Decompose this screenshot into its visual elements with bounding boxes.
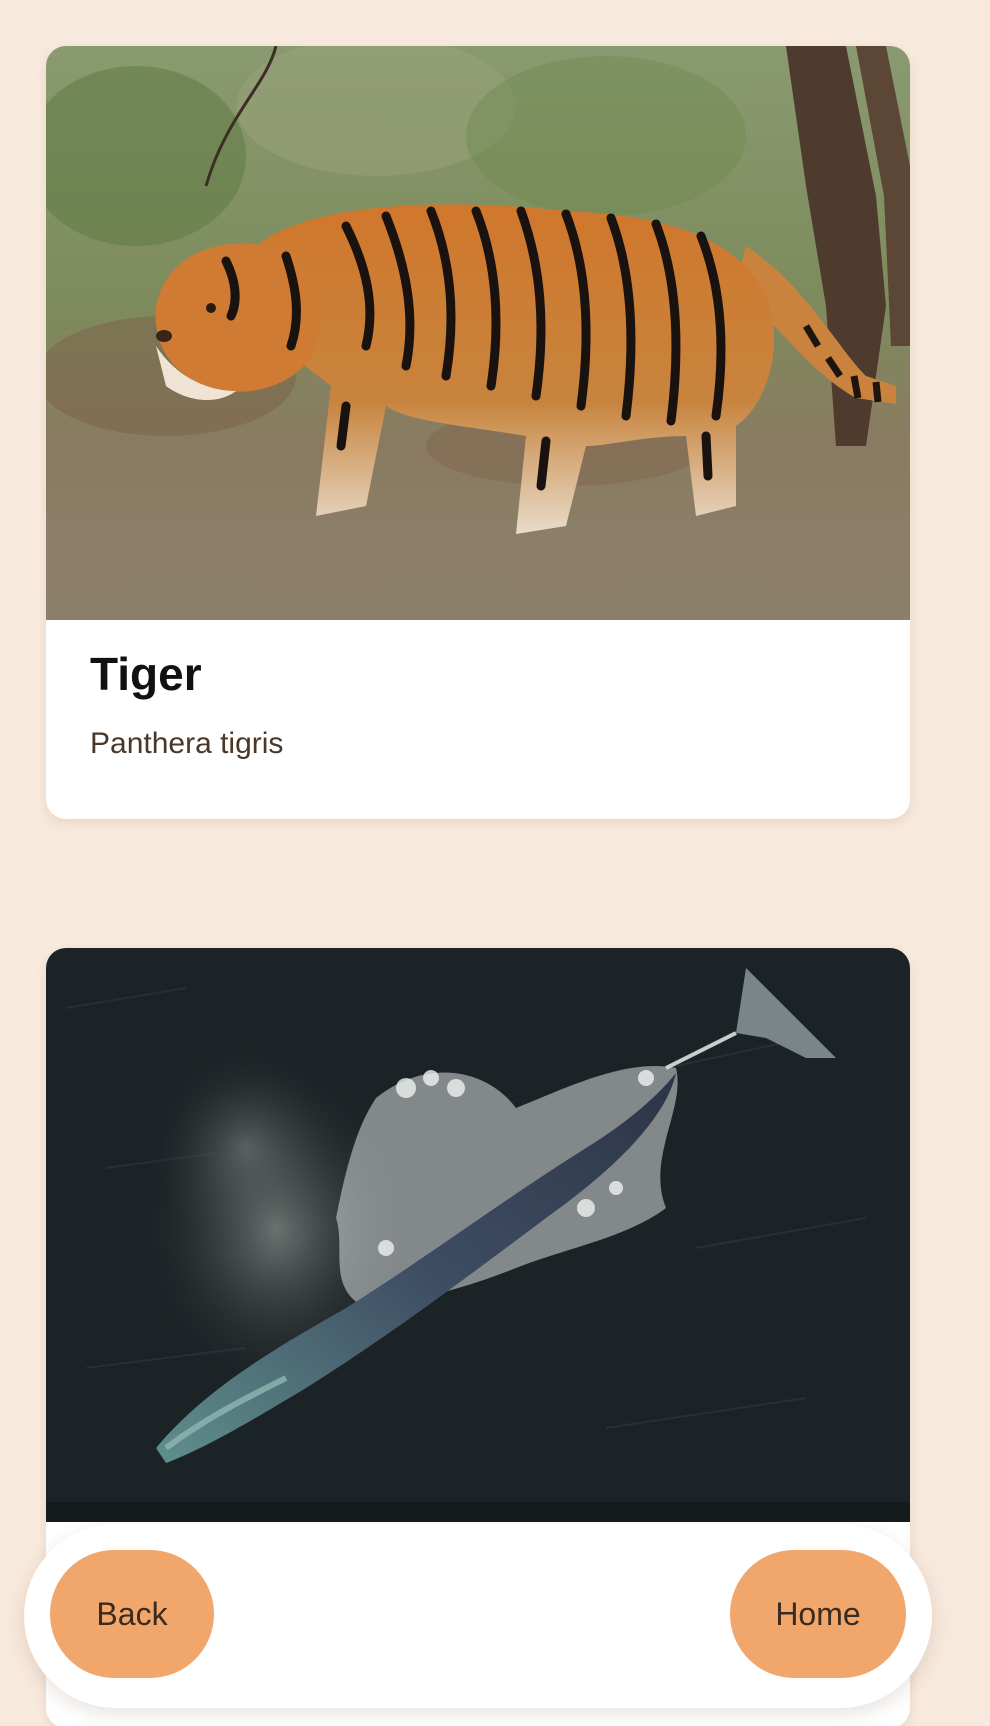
animal-card-tiger[interactable]: Tiger Panthera tigris	[46, 46, 910, 819]
card-subtitle: Panthera tigris	[90, 726, 284, 760]
animal-card-list[interactable]: Tiger Panthera tigris	[0, 0, 974, 1726]
scrollbar-track[interactable]	[974, 0, 990, 1726]
home-button[interactable]: Home	[730, 1550, 906, 1678]
whale-image	[46, 948, 910, 1522]
back-button[interactable]: Back	[50, 1550, 214, 1678]
tiger-image	[46, 46, 910, 620]
bottom-navigation-bar: Back Home	[24, 1524, 932, 1708]
card-title: Tiger	[90, 648, 202, 700]
